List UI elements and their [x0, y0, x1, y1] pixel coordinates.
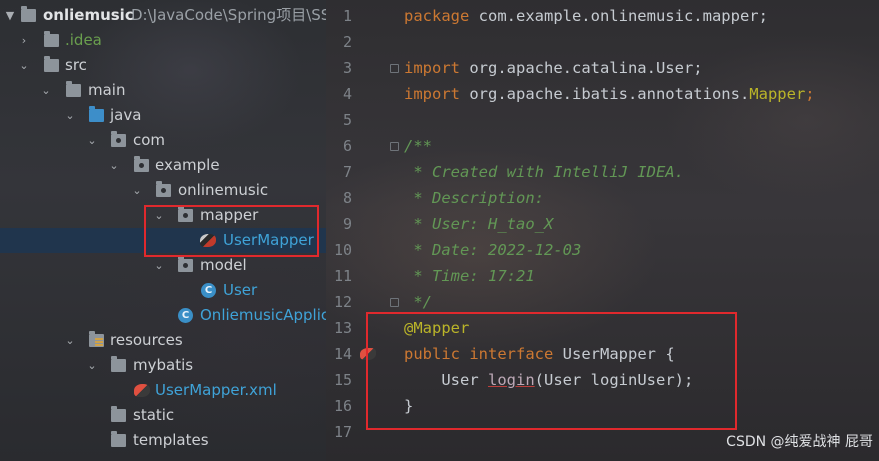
watermark: CSDN @纯爱战神 屁哥 [726, 434, 873, 450]
code-line-6: /** [404, 137, 432, 155]
code-text: ; [805, 85, 815, 103]
tree-item-usermapper-xml[interactable]: UserMapper.xml [0, 378, 326, 403]
line-number: 13 [333, 319, 352, 337]
code-line-8: * Description: [404, 189, 544, 207]
chevron-down-icon[interactable]: ⌄ [64, 328, 76, 353]
line-number: 9 [342, 215, 352, 233]
line-number: 10 [333, 241, 352, 259]
tree-item-label: static [133, 406, 175, 424]
tree-item-label: User [223, 281, 258, 299]
tree-item-label: .idea [65, 31, 102, 49]
line-number: 1 [342, 7, 352, 25]
tree-item-example[interactable]: ⌄ example [0, 153, 326, 178]
code-text: com.example.onlinemusic.mapper; [469, 7, 768, 25]
package-icon [156, 181, 171, 197]
folder-icon [66, 81, 81, 97]
class-icon: C [178, 308, 193, 323]
tree-item-mybatis[interactable]: ⌄ mybatis [0, 353, 326, 378]
line-number: 8 [342, 189, 352, 207]
line-number: 6 [342, 137, 352, 155]
tree-item-label: mybatis [133, 356, 194, 374]
code-line-3: import org.apache.catalina.User; [404, 55, 703, 81]
code-line-1: package com.example.onlinemusic.mapper; [404, 3, 768, 29]
keyword: package [404, 7, 470, 25]
package-icon [178, 256, 193, 272]
code-text: org.apache.ibatis.annotations. [460, 85, 750, 103]
chevron-down-icon[interactable]: ▼ [4, 3, 16, 28]
code-line-4: import org.apache.ibatis.annotations.Map… [404, 81, 815, 107]
fold-icon[interactable] [390, 142, 399, 151]
tree-item-static[interactable]: static [0, 403, 326, 428]
tree-item-templates[interactable]: templates [0, 428, 326, 453]
code-line-11: * Time: 17:21 [404, 267, 535, 285]
source-folder-icon [89, 106, 104, 122]
code-line-9: * User: H_tao_X [404, 215, 554, 233]
chevron-down-icon[interactable]: ⌄ [108, 153, 120, 178]
folder-icon [44, 31, 59, 47]
keyword: import [404, 59, 460, 77]
line-number: 12 [333, 293, 352, 311]
line-number: 15 [333, 371, 352, 389]
tree-item-label: onlinemusic [178, 181, 269, 199]
chevron-down-icon[interactable]: ⌄ [131, 178, 143, 203]
tree-item-label: templates [133, 431, 209, 449]
line-number: 16 [333, 397, 352, 415]
line-number: 3 [342, 59, 352, 77]
tree-item-java[interactable]: ⌄ java [0, 103, 326, 128]
tree-item-com[interactable]: ⌄ com [0, 128, 326, 153]
tree-item-resources[interactable]: ⌄ resources [0, 328, 326, 353]
tree-item-label: src [65, 56, 87, 74]
fold-icon[interactable] [390, 298, 399, 307]
mybatis-xml-icon [134, 384, 150, 397]
class-icon: C [201, 283, 216, 298]
code-line-7: * Created with IntelliJ IDEA. [404, 163, 684, 181]
tree-item-label: example [155, 156, 220, 174]
line-number: 4 [342, 85, 352, 103]
chevron-down-icon[interactable]: ⌄ [86, 353, 98, 378]
chevron-down-icon[interactable]: ⌄ [40, 78, 52, 103]
line-number: 11 [333, 267, 352, 285]
package-icon [111, 131, 126, 147]
tree-item-label: java [110, 106, 142, 124]
fold-icon[interactable] [390, 64, 399, 73]
tree-item-label: UserMapper.xml [155, 381, 277, 399]
tree-item-src[interactable]: ⌄ src [0, 53, 326, 78]
tree-item-project-root[interactable]: ▼ onliemusic D:\JavaCode\Spring项目\SS [0, 3, 326, 28]
tree-item-user[interactable]: C User [0, 278, 326, 303]
tree-item-label: com [133, 131, 166, 149]
annotation-text: Mapper [749, 85, 806, 103]
package-icon [134, 156, 149, 172]
tree-item-label: OnliemusicApplic [200, 306, 326, 324]
folder-icon [44, 56, 59, 72]
folder-icon [111, 431, 126, 447]
line-number: 17 [333, 423, 352, 441]
keyword: import [404, 85, 460, 103]
line-number: 14 [333, 345, 352, 363]
resources-folder-icon [89, 331, 104, 347]
tree-item-onlinemusic[interactable]: ⌄ onlinemusic [0, 178, 326, 203]
project-name: onliemusic [43, 6, 134, 24]
code-line-10: * Date: 2022-12-03 [404, 241, 582, 259]
folder-icon [111, 406, 126, 422]
line-number: 5 [342, 111, 352, 129]
folder-icon [111, 356, 126, 372]
project-path: D:\JavaCode\Spring项目\SS [131, 6, 326, 24]
tree-item-label: main [88, 81, 126, 99]
chevron-down-icon[interactable]: ⌄ [18, 53, 30, 78]
line-number: 7 [342, 163, 352, 181]
tree-item-label: resources [110, 331, 183, 349]
annotation-box-tree [144, 205, 319, 257]
tree-item-idea[interactable]: › .idea [0, 28, 326, 53]
annotation-box-code [366, 312, 737, 430]
chevron-down-icon[interactable]: ⌄ [64, 103, 76, 128]
folder-icon [21, 6, 36, 22]
tree-item-application[interactable]: C OnliemusicApplic [0, 303, 326, 328]
tree-item-main[interactable]: ⌄ main [0, 78, 326, 103]
code-text: org.apache.catalina.User; [460, 59, 703, 77]
line-number: 2 [342, 33, 352, 51]
chevron-right-icon[interactable]: › [18, 28, 30, 53]
chevron-down-icon[interactable]: ⌄ [86, 128, 98, 153]
